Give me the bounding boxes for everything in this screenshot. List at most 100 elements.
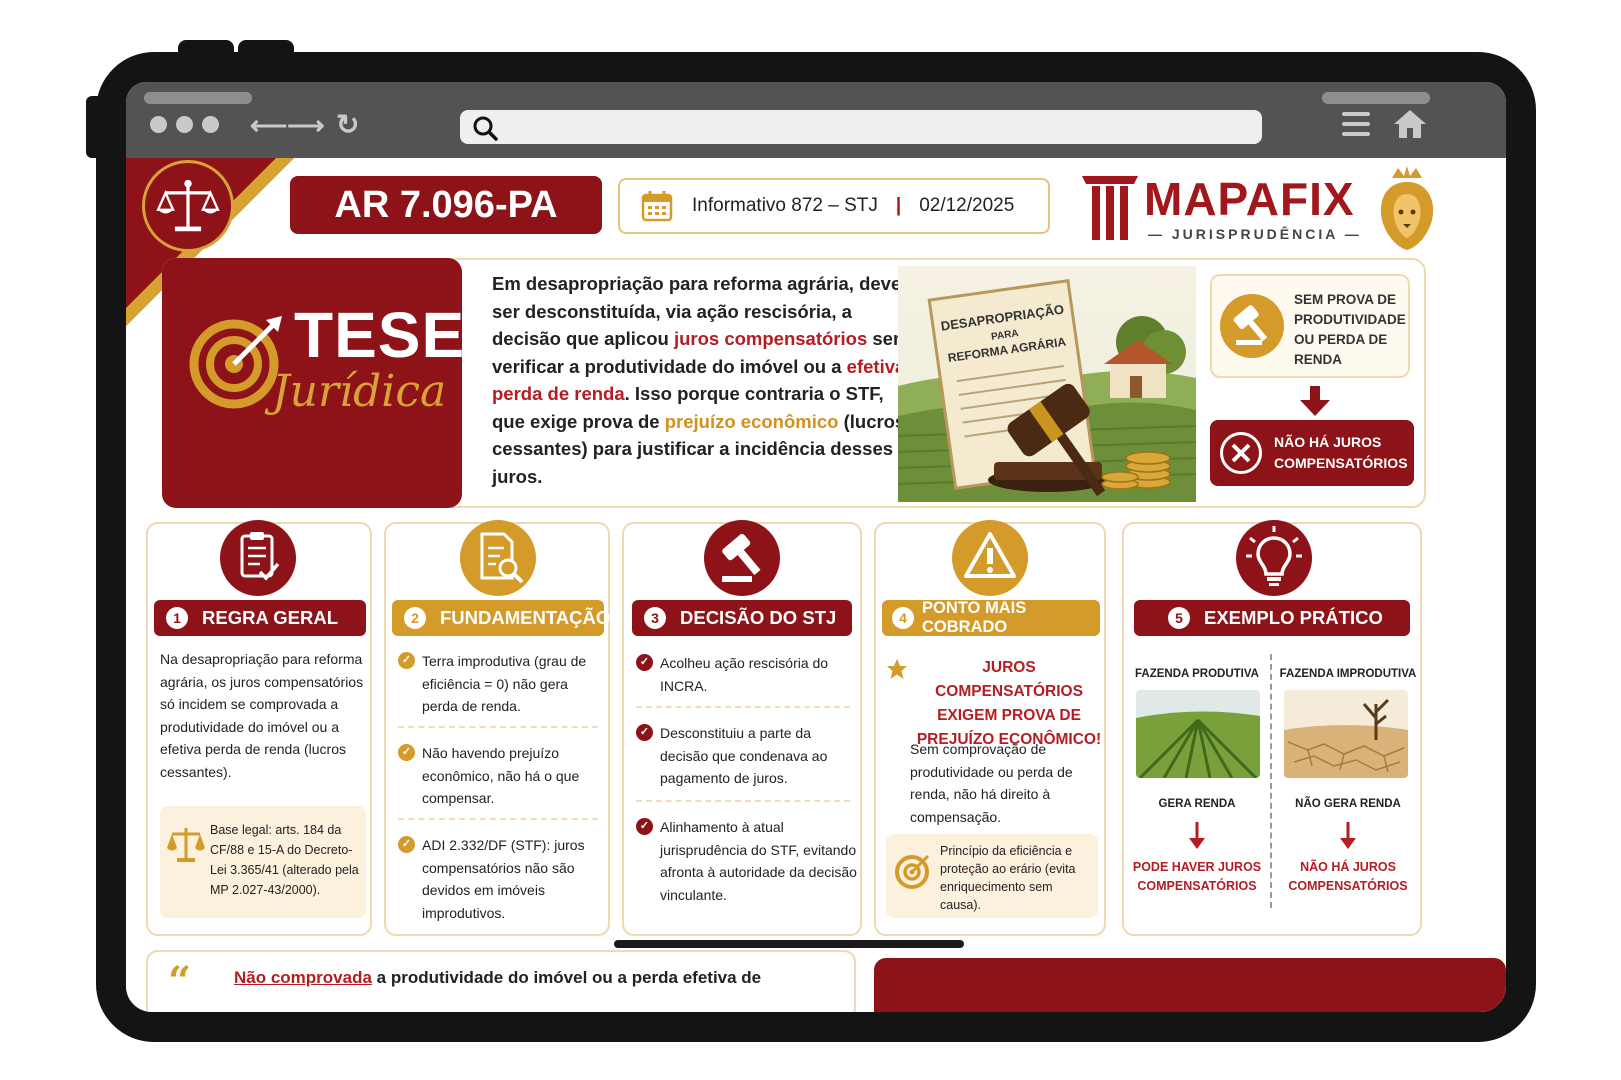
legal-basis-box: Base legal: arts. 184 da CF/88 e 15-A do… bbox=[160, 806, 366, 918]
no-interest-text: NÃO HÁ JUROS COMPENSATÓRIOS bbox=[1274, 434, 1408, 471]
gavel-icon bbox=[1220, 294, 1284, 358]
card-number: 2 bbox=[404, 607, 426, 629]
card-title: EXEMPLO PRÁTICO bbox=[1204, 607, 1383, 628]
reload-icon[interactable]: ↻ bbox=[336, 108, 359, 141]
x-circle-icon bbox=[1220, 432, 1262, 474]
card-number: 4 bbox=[892, 607, 914, 629]
bottom-banner bbox=[874, 958, 1506, 1012]
card-exemplo-header: 5 EXEMPLO PRÁTICO bbox=[1134, 600, 1410, 636]
calendar-icon bbox=[641, 191, 673, 222]
example-divider bbox=[1270, 654, 1272, 908]
down-arrow-icon bbox=[1189, 822, 1205, 849]
fundamentacao-item-3: ✓ ADI 2.332/DF (STF): juros compensatório… bbox=[398, 834, 604, 924]
home-indicator[interactable] bbox=[614, 940, 964, 948]
checklist-icon bbox=[220, 520, 296, 596]
principle-text: Princípio da eficiência e proteção ao er… bbox=[940, 844, 1076, 912]
expropriation-illustration: DESAPROPRIAÇÃO PARA REFORMA AGRÁRIA bbox=[897, 266, 1197, 502]
lightbulb-icon bbox=[1236, 520, 1312, 596]
unproductive-status: NÃO GERA RENDA bbox=[1295, 798, 1401, 810]
no-proof-box: SEM PROVA DE PRODUTIVIDADE OU PERDA DE R… bbox=[1210, 274, 1410, 378]
productive-result: PODE HAVER JUROS COMPENSATÓRIOS bbox=[1132, 860, 1262, 893]
dry-land-icon bbox=[1284, 690, 1408, 778]
farm-document-gavel-icon: DESAPROPRIAÇÃO PARA REFORMA AGRÁRIA bbox=[897, 266, 1197, 502]
check-icon: ✓ bbox=[398, 836, 415, 853]
unproductive-farm-image bbox=[1284, 690, 1408, 778]
divider bbox=[636, 800, 850, 802]
quote-text: Não comprovada a produtividade do imóvel… bbox=[234, 968, 761, 988]
check-icon: ✓ bbox=[636, 654, 653, 671]
search-icon bbox=[473, 116, 498, 141]
mapafix-logo: MAPAFIX — JURISPRUDÊNCIA — bbox=[1080, 166, 1440, 254]
down-arrow-icon bbox=[1340, 822, 1356, 849]
address-bar[interactable] bbox=[460, 110, 1262, 144]
tablet-screen: ⟵⟶ ↻ AR 7.096-PA Informativo 872 – STJ |… bbox=[126, 82, 1506, 1012]
card-title: REGRA GERAL bbox=[202, 607, 339, 628]
menu-icon[interactable] bbox=[1342, 112, 1370, 142]
item-text: Terra improdutiva (grau de eficiência = … bbox=[422, 653, 587, 714]
scales-of-justice-icon bbox=[142, 160, 234, 252]
card-decisao-header: 3 DECISÃO DO STJ bbox=[632, 600, 852, 636]
quote-rest: a produtividade do imóvel ou a perda efe… bbox=[371, 968, 762, 987]
item-text: Alinhamento à atual jurisprudência do ST… bbox=[660, 819, 857, 903]
tese-juridica-box: TESE Jurídica bbox=[162, 258, 466, 508]
lion-logo-icon bbox=[1380, 166, 1434, 250]
informativo-date: 02/12/2025 bbox=[919, 195, 1015, 216]
quote-icon: “ bbox=[168, 958, 192, 1005]
star-icon bbox=[887, 659, 907, 679]
card-title: FUNDAMENTAÇÃO bbox=[440, 607, 611, 628]
quote-highlight: Não comprovada bbox=[234, 968, 372, 987]
decisao-item-3: ✓ Alinhamento à atual jurisprudência do S… bbox=[636, 816, 858, 906]
item-text: Desconstituiu a parte da decisão que con… bbox=[660, 725, 828, 786]
ponto-body: Sem comprovação de produtividade ou perd… bbox=[910, 741, 1073, 825]
card-regra-header: 1 REGRA GERAL bbox=[154, 600, 366, 636]
legal-basis-text: Base legal: arts. 184 da CF/88 e 15-A do… bbox=[210, 823, 359, 897]
tese-title: TESE bbox=[294, 299, 466, 371]
card-number: 1 bbox=[166, 607, 188, 629]
decisao-item-1: ✓ Acolheu ação rescisória do INCRA. bbox=[636, 652, 858, 697]
card-title: DECISÃO DO STJ bbox=[680, 607, 837, 628]
unproductive-farm-label: FAZENDA IMPRODUTIVA bbox=[1279, 668, 1417, 680]
down-arrow-icon bbox=[1300, 386, 1330, 416]
card-ponto-header: 4 PONTO MAIS COBRADO bbox=[882, 599, 1100, 636]
productive-farm-label: FAZENDA PRODUTIVA bbox=[1135, 668, 1259, 680]
card-number: 3 bbox=[644, 607, 666, 629]
productive-status: GERA RENDA bbox=[1158, 798, 1236, 810]
regra-body: Na desapropriação para reforma agrária, … bbox=[160, 651, 364, 780]
tab-pill-right bbox=[1322, 92, 1430, 104]
target-icon bbox=[895, 854, 930, 889]
tese-subtitle: Jurídica bbox=[272, 366, 447, 417]
window-dots-icon[interactable] bbox=[150, 116, 219, 133]
column-logo-icon bbox=[1082, 176, 1138, 240]
check-icon: ✓ bbox=[398, 652, 415, 669]
green-field-icon bbox=[1136, 690, 1260, 778]
fundamentacao-item-2: ✓ Não havendo prejuízo econômico, não há … bbox=[398, 742, 604, 810]
informativo-label: Informativo 872 – STJ bbox=[692, 195, 878, 216]
home-icon[interactable] bbox=[1392, 108, 1428, 140]
principle-box: Princípio da eficiência e proteção ao er… bbox=[886, 834, 1098, 918]
back-forward-icon[interactable]: ⟵⟶ bbox=[250, 110, 325, 141]
thesis-highlight-prejuizo: prejuízo econômico bbox=[664, 410, 839, 432]
separator: | bbox=[895, 195, 902, 216]
item-text: ADI 2.332/DF (STF): juros compensatórios… bbox=[422, 837, 585, 921]
fundamentacao-item-1: ✓ Terra improdutiva (grau de eficiência =… bbox=[398, 650, 604, 718]
check-icon: ✓ bbox=[398, 744, 415, 761]
warning-icon bbox=[952, 520, 1028, 596]
check-icon: ✓ bbox=[636, 724, 653, 741]
check-icon: ✓ bbox=[636, 818, 653, 835]
thesis-statement: Em desapropriação para reforma agrária, … bbox=[492, 270, 912, 490]
decisao-item-2: ✓ Desconstituiu a parte da decisão que co… bbox=[636, 722, 858, 790]
case-number-badge: AR 7.096-PA bbox=[290, 176, 602, 234]
card-title: PONTO MAIS COBRADO bbox=[922, 599, 1027, 636]
document-search-icon bbox=[460, 520, 536, 596]
scales-icon bbox=[167, 828, 205, 862]
informativo-box: Informativo 872 – STJ | 02/12/2025 bbox=[618, 178, 1050, 234]
card-fundamentacao-header: 2 FUNDAMENTAÇÃO bbox=[392, 600, 610, 636]
divider bbox=[398, 818, 598, 820]
card-number: 5 bbox=[1168, 607, 1190, 629]
infographic-page: AR 7.096-PA Informativo 872 – STJ | 02/1… bbox=[126, 158, 1506, 1012]
no-proof-text: SEM PROVA DE PRODUTIVIDADE OU PERDA DE R… bbox=[1294, 292, 1406, 367]
item-text: Acolheu ação rescisória do INCRA. bbox=[660, 655, 829, 694]
tab-pill-left bbox=[144, 92, 252, 104]
thesis-highlight-juros: juros compensatórios bbox=[673, 328, 868, 349]
browser-toolbar: ⟵⟶ ↻ bbox=[126, 82, 1506, 158]
